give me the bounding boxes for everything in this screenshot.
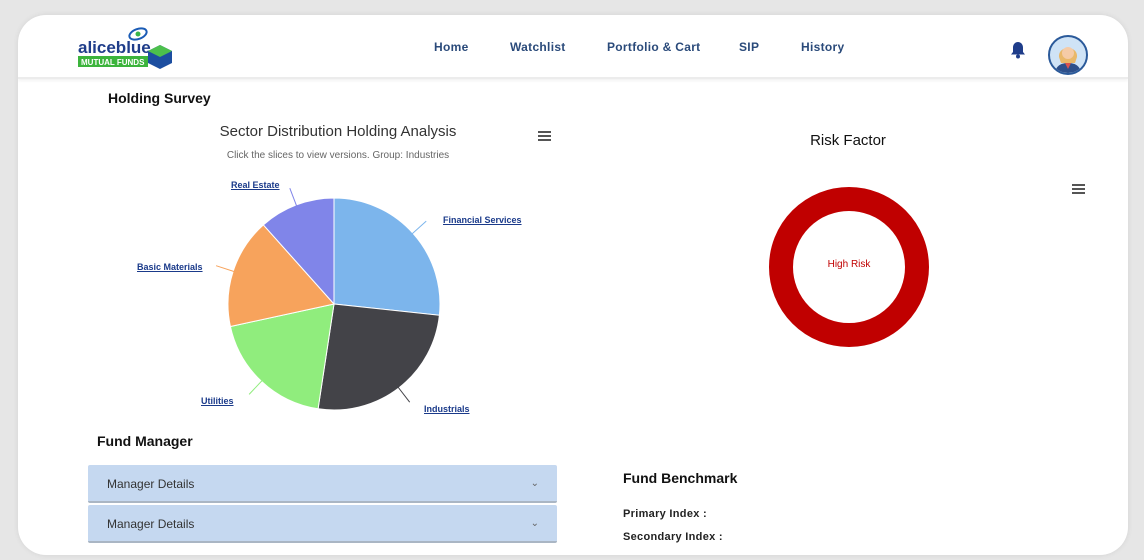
connector-line (397, 386, 411, 403)
risk-menu-icon[interactable] (1072, 184, 1085, 196)
pie-slice-industrials[interactable] (317, 303, 440, 411)
primary-index: Primary Index : (623, 508, 707, 520)
nav-history[interactable]: History (801, 40, 844, 54)
app-card: aliceblue MUTUAL FUNDS Home Watchlist Po… (18, 15, 1128, 555)
connector-line (215, 265, 236, 273)
label-industrials[interactable]: Industrials (424, 404, 470, 414)
manager-details-accordion[interactable]: Manager Details ⌄ (88, 505, 557, 543)
chevron-down-icon: ⌄ (530, 478, 539, 489)
label-real-estate[interactable]: Real Estate (231, 180, 280, 190)
bell-icon[interactable] (1010, 41, 1026, 59)
manager-details-accordion[interactable]: Manager Details ⌄ (88, 465, 557, 503)
risk-factor-title: Risk Factor (810, 132, 886, 149)
risk-label: High Risk (827, 259, 871, 270)
avatar[interactable] (1048, 35, 1088, 75)
chevron-down-icon: ⌄ (530, 518, 539, 529)
nav-sip[interactable]: SIP (739, 40, 759, 54)
label-basic-materials[interactable]: Basic Materials (137, 262, 203, 272)
fund-benchmark-title: Fund Benchmark (623, 470, 738, 486)
label-financial-services[interactable]: Financial Services (443, 215, 522, 225)
pie-chart (215, 187, 441, 411)
connector-line (248, 379, 264, 395)
nav-portfolio-cart[interactable]: Portfolio & Cart (607, 40, 700, 54)
accordion-label: Manager Details (107, 517, 195, 531)
pie-slice-financial-services[interactable] (333, 197, 441, 316)
connector-line (411, 220, 427, 235)
connector-line (289, 187, 298, 208)
secondary-index: Secondary Index : (623, 531, 723, 543)
fund-manager-title: Fund Manager (97, 433, 193, 449)
label-utilities[interactable]: Utilities (201, 396, 234, 406)
accordion-label: Manager Details (107, 477, 195, 491)
